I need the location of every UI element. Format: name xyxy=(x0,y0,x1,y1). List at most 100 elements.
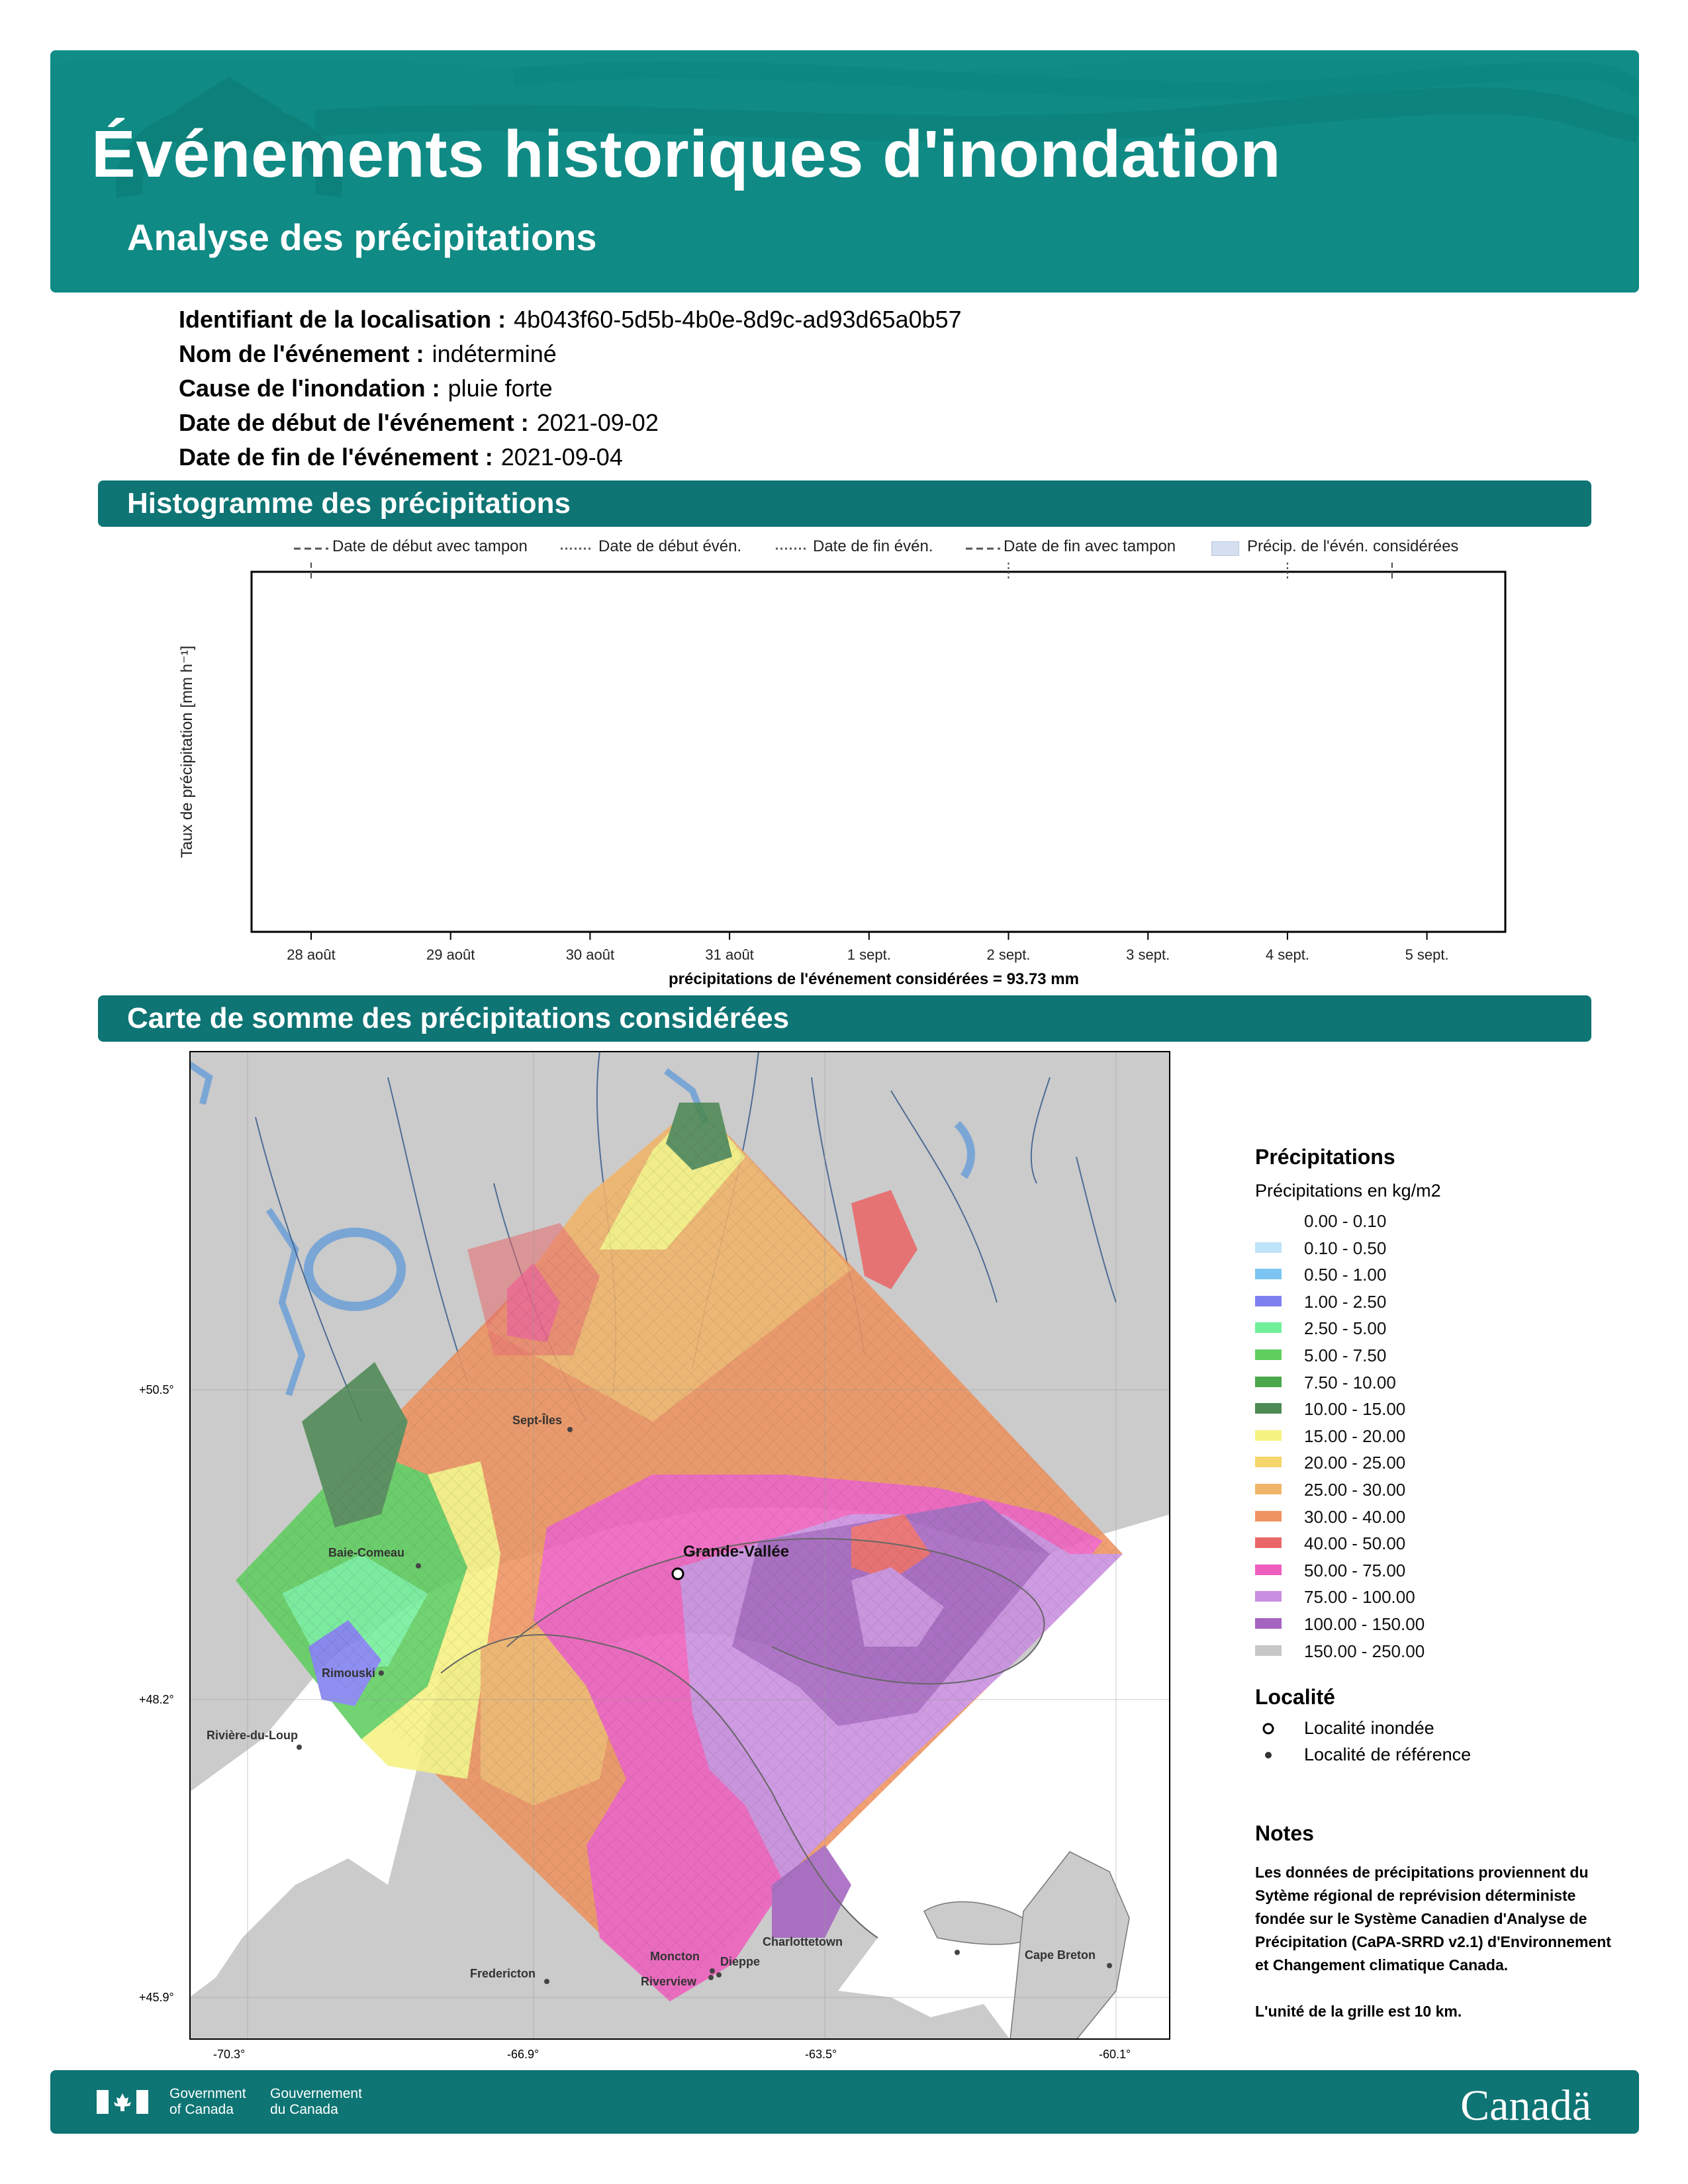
legend-swatch xyxy=(1255,1403,1282,1414)
legend-swatch xyxy=(1255,1322,1282,1334)
legend-label: 100.00 - 150.00 xyxy=(1304,1614,1425,1634)
lon-label: -70.3° xyxy=(213,2048,246,2061)
legend-subtitle: Précipitations en kg/m2 xyxy=(1255,1181,1441,1201)
legend-label: 2.50 - 5.00 xyxy=(1304,1318,1387,1339)
x-tick-label: 2 sept. xyxy=(986,946,1030,963)
legend-swatch xyxy=(1255,1242,1282,1253)
legend-dashed-swatch xyxy=(294,547,328,550)
gov-en: Government of Canada xyxy=(169,2086,246,2118)
x-tick-label: 28 août xyxy=(287,946,335,963)
info-start-date: Date de début de l'événement : 2021-09-02 xyxy=(179,409,659,437)
place-riviere-du-loup: Rivière-du-Loup xyxy=(207,1729,298,1742)
notes-body: Les données de précipitations proviennen… xyxy=(1255,1861,1613,2023)
legend-swatch xyxy=(1255,1484,1282,1494)
legend-swatch xyxy=(1255,1430,1282,1441)
place-cape-breton: Cape Breton xyxy=(1025,1948,1096,1962)
place-moncton: Moncton xyxy=(650,1950,700,1963)
legend-buffer-end: Date de fin avec tampon xyxy=(1004,537,1176,555)
legend-label: 0.50 - 1.00 xyxy=(1304,1265,1387,1285)
gov-fr-line2: du Canada xyxy=(270,2102,338,2117)
place-grande-vallee: Grande-Vallée xyxy=(683,1543,789,1561)
legend-fill-swatch xyxy=(1211,541,1239,556)
gov-en-line1: Government xyxy=(169,2086,246,2101)
x-tick-label: 5 sept. xyxy=(1405,946,1449,963)
x-tick-label: 1 sept. xyxy=(847,946,891,963)
legend-swatch xyxy=(1255,1376,1282,1387)
legend-buffer-start: Date de début avec tampon xyxy=(332,537,528,555)
lon-label: -66.9° xyxy=(507,2048,539,2061)
info-value: 2021-09-02 xyxy=(536,409,659,436)
legend-swatch xyxy=(1255,1295,1282,1306)
legend-label: 15.00 - 20.00 xyxy=(1304,1426,1406,1446)
flooded-marker-icon xyxy=(1262,1723,1274,1735)
lat-label: +50.5° xyxy=(139,1383,174,1396)
notes-grid: L'unité de la grille est 10 km. xyxy=(1255,2003,1462,2020)
legend-label: 1.00 - 2.50 xyxy=(1304,1291,1387,1312)
y-axis-label: Taux de précipitation [mm h⁻¹] xyxy=(178,646,196,858)
legend-swatch xyxy=(1255,1269,1282,1280)
legend-dotted-swatch-2 xyxy=(776,547,806,550)
legend-swatch xyxy=(1255,1618,1282,1629)
histogram-caption: précipitations de l'événement considérée… xyxy=(669,970,1079,988)
section-map-title: Carte de somme des précipitations consid… xyxy=(127,1002,790,1034)
legend-label: 25.00 - 30.00 xyxy=(1304,1480,1406,1500)
notes-text: Les données de précipitations proviennen… xyxy=(1255,1864,1611,1974)
footer-bar: Government of Canada Gouvernement du Can… xyxy=(50,2070,1639,2134)
legend-label: 0.10 - 0.50 xyxy=(1304,1238,1387,1258)
legend-label: 40.00 - 50.00 xyxy=(1304,1533,1406,1554)
info-value: 2021-09-04 xyxy=(500,443,623,471)
legend-label: 150.00 - 250.00 xyxy=(1304,1641,1425,1661)
info-end-date: Date de fin de l'événement :2021-09-04 xyxy=(179,443,623,471)
legend-label: 0.00 - 0.10 xyxy=(1304,1211,1387,1231)
section-map: Carte de somme des précipitations consid… xyxy=(98,995,1591,1042)
place-rimouski: Rimouski xyxy=(322,1666,375,1680)
precipitation-histogram: 0.00.51.01.52.02.53.03.528 août29 août30… xyxy=(178,563,1507,963)
legend-dotted-swatch xyxy=(561,547,591,550)
legend-swatch xyxy=(1255,1591,1282,1602)
locality-title: Localité xyxy=(1255,1685,1335,1709)
lat-label: +45.9° xyxy=(139,1991,174,2004)
info-location-id: Identifiant de la localisation : 4b043f60… xyxy=(179,306,962,334)
legend-event-end: Date de fin évén. xyxy=(813,537,933,555)
legend-swatch xyxy=(1255,1349,1282,1360)
legend-label: 10.00 - 15.00 xyxy=(1304,1399,1406,1420)
legend-swatch xyxy=(1255,1564,1282,1575)
legend-label: 7.50 - 10.00 xyxy=(1304,1372,1396,1392)
lon-label: -60.1° xyxy=(1099,2048,1131,2061)
legend-reference: Localité de référence xyxy=(1304,1745,1472,1764)
info-event-name: Nom de l'événement : indéterminé xyxy=(179,340,557,368)
legend-title: Précipitations xyxy=(1255,1145,1395,1169)
info-label: Identifiant de la localisation : xyxy=(179,306,506,333)
legend-label: 30.00 - 40.00 xyxy=(1304,1506,1406,1527)
page-subtitle: Analyse des précipitations xyxy=(127,216,597,258)
x-tick-label: 4 sept. xyxy=(1266,946,1309,963)
gov-fr: Gouvernement du Canada xyxy=(270,2086,362,2118)
legend-swatch xyxy=(1255,1537,1282,1549)
x-tick-label: 30 août xyxy=(566,946,614,963)
place-dieppe: Dieppe xyxy=(720,1955,760,1968)
x-tick-label: 31 août xyxy=(705,946,753,963)
reference-marker-icon xyxy=(1265,1752,1272,1758)
x-tick-label: 29 août xyxy=(426,946,475,963)
info-label: Cause de l'inondation : xyxy=(179,375,440,402)
gov-en-line2: of Canada xyxy=(169,2102,234,2117)
info-label: Nom de l'événement : xyxy=(179,340,424,367)
place-sept-iles: Sept-Îles xyxy=(512,1413,562,1427)
section-histogram: Histogramme des précipitations xyxy=(98,480,1591,527)
info-value: pluie forte xyxy=(447,375,553,402)
legend-label: 50.00 - 75.00 xyxy=(1304,1560,1406,1580)
info-label: Date de début de l'événement : xyxy=(179,409,529,436)
gov-fr-line1: Gouvernement xyxy=(270,2086,362,2101)
legend-swatch xyxy=(1255,1645,1282,1656)
legend-swatch xyxy=(1255,1215,1282,1226)
section-histogram-title: Histogramme des précipitations xyxy=(127,487,571,520)
info-value: indéterminé xyxy=(432,340,557,367)
flooded-locality-marker xyxy=(671,1567,684,1580)
legend-label: 5.00 - 7.50 xyxy=(1304,1345,1387,1365)
lat-label: +48.2° xyxy=(139,1693,174,1706)
canada-flag-icon xyxy=(97,2090,148,2114)
info-value: 4b043f60-5d5b-4b0e-8d9c-ad93d65a0b57 xyxy=(514,306,962,333)
place-fredericton: Fredericton xyxy=(470,1967,536,1980)
page-title: Événements historiques d'inondation xyxy=(91,117,1282,191)
place-riverview: Riverview xyxy=(641,1975,697,1988)
